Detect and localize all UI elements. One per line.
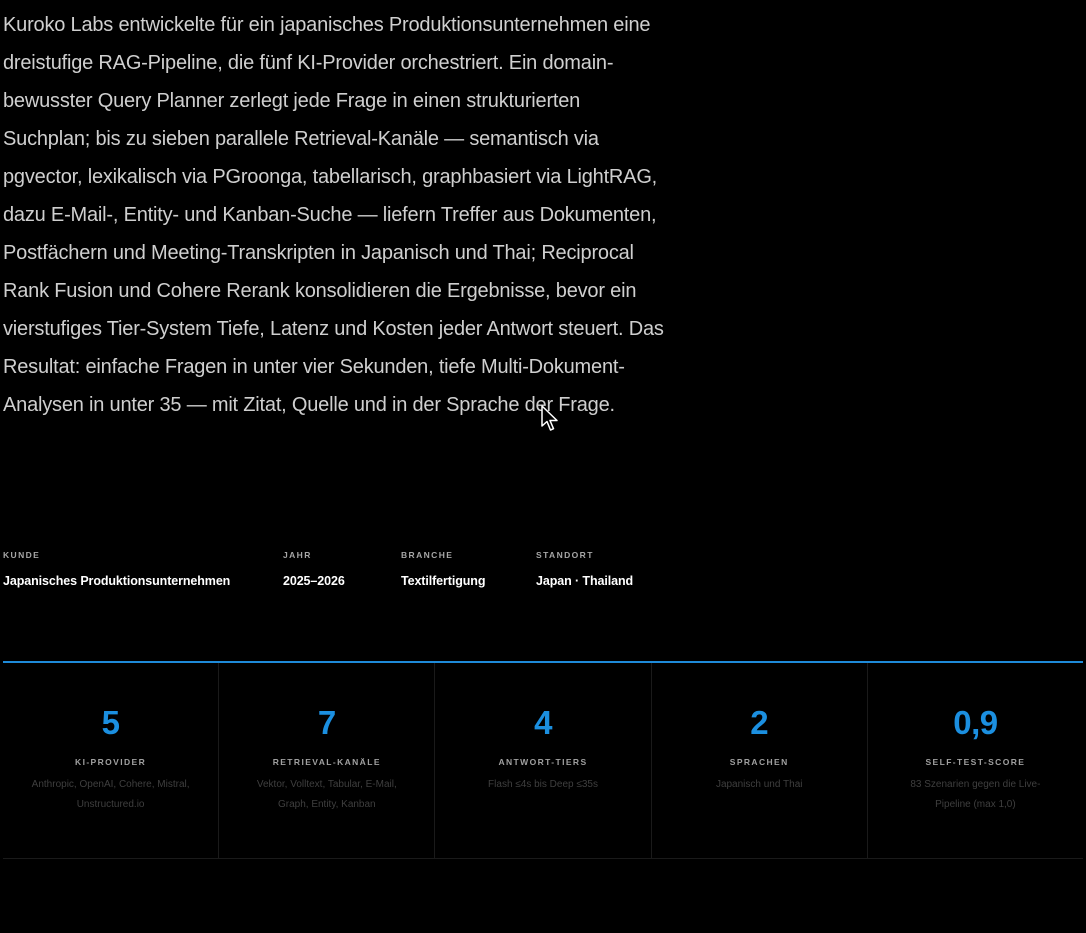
stat-description: Flash ≤4s bis Deep ≤35s bbox=[488, 779, 598, 790]
meta-location-label: STANDORT bbox=[536, 550, 594, 560]
stat-label: ANTWORT-TIERS bbox=[498, 757, 588, 767]
stat-card-providers: 5 KI-PROVIDER Anthropic, OpenAI, Cohere,… bbox=[3, 663, 220, 858]
stat-value: 4 bbox=[534, 704, 552, 741]
stat-value: 2 bbox=[750, 704, 769, 741]
intro-paragraph: Kuroko Labs entwickelte für ein japanisc… bbox=[3, 14, 664, 416]
stat-label: RETRIEVAL-KANÄLE bbox=[272, 757, 381, 767]
stat-label: SELF-TEST-SCORE bbox=[925, 757, 1026, 767]
stat-value: 7 bbox=[317, 704, 336, 741]
stat-description: Anthropic, OpenAI, Cohere, Mistral, Unst… bbox=[31, 779, 190, 810]
meta-year-value: 2025–2026 bbox=[283, 574, 345, 588]
stat-card-retrieval-channels: 7 RETRIEVAL-KANÄLE Vektor, Volltext, Tab… bbox=[219, 663, 436, 858]
stat-card-answer-tiers: 4 ANTWORT-TIERS Flash ≤4s bis Deep ≤35s bbox=[435, 663, 652, 858]
stat-description: Vektor, Volltext, Tabular, E-Mail, Graph… bbox=[256, 779, 397, 810]
stat-description: 83 Szenarien gegen die Live-Pipeline (ma… bbox=[910, 779, 1041, 810]
stat-value: 0,9 bbox=[953, 704, 998, 741]
meta-client-label: KUNDE bbox=[3, 550, 41, 560]
meta-year: JAHR 2025–2026 bbox=[283, 549, 345, 589]
meta-industry-value: Textilfertigung bbox=[401, 574, 486, 588]
case-study-page: Kuroko Labs entwickelte für ein japanisc… bbox=[0, 0, 1086, 933]
stat-value: 5 bbox=[101, 704, 120, 741]
meta-industry: BRANCHE Textilfertigung bbox=[401, 549, 485, 589]
stat-label: KI-PROVIDER bbox=[75, 757, 147, 767]
mouse-pointer-icon bbox=[541, 405, 558, 431]
stats-grid: 5 KI-PROVIDER Anthropic, OpenAI, Cohere,… bbox=[3, 661, 1083, 859]
stat-card-self-test-score: 0,9 SELF-TEST-SCORE 83 Szenarien gegen d… bbox=[868, 663, 1083, 858]
stat-description: Japanisch und Thai bbox=[715, 779, 803, 790]
stat-card-languages: 2 SPRACHEN Japanisch und Thai bbox=[652, 663, 868, 858]
stat-label: SPRACHEN bbox=[729, 757, 789, 767]
meta-client: KUNDE Japanisches Produktionsunternehmen bbox=[3, 549, 230, 589]
meta-location: STANDORT Japan · Thailand bbox=[536, 549, 633, 589]
meta-location-value: Japan · Thailand bbox=[536, 574, 634, 588]
meta-year-label: JAHR bbox=[283, 550, 312, 560]
meta-client-value: Japanisches Produktionsunternehmen bbox=[3, 574, 231, 588]
meta-industry-label: BRANCHE bbox=[401, 550, 454, 560]
